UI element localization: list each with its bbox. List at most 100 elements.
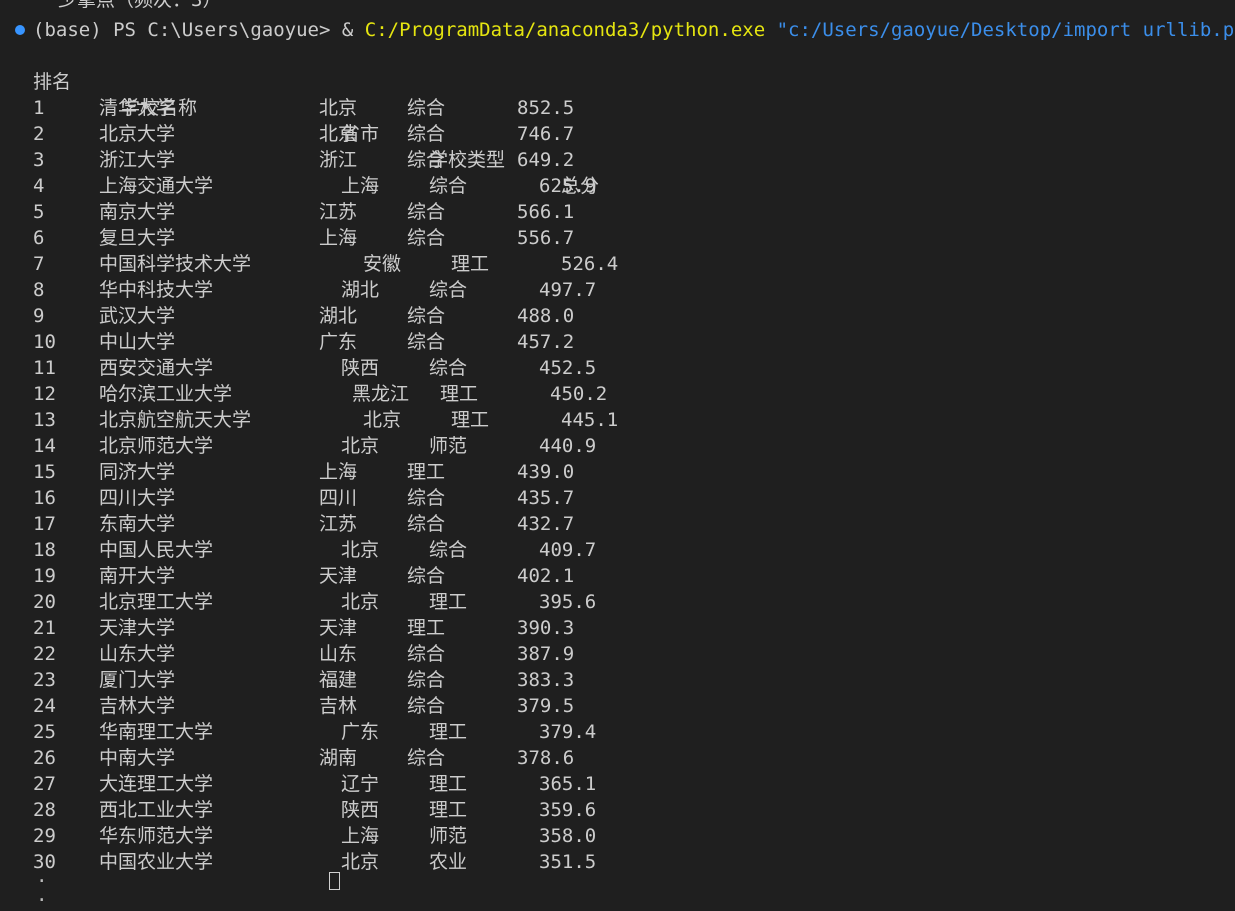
cell-province: 北京	[363, 409, 402, 431]
cell-province: 天津	[319, 565, 358, 587]
cell-province: 北京	[341, 591, 380, 613]
cell-score: 556.7	[517, 227, 575, 249]
cell-rank: 2	[33, 123, 45, 145]
cell-province: 上海	[319, 227, 358, 249]
cell-province: 天津	[319, 617, 358, 639]
table-row: 17 东南大学 江苏 综合 432.7	[0, 511, 1235, 537]
cell-type: 综合	[407, 201, 446, 223]
cell-rank: 25	[33, 721, 56, 743]
cell-rank: 27	[33, 773, 56, 795]
cell-score: 445.1	[561, 409, 619, 431]
table-row: 21 天津大学 天津 理工 390.3	[0, 615, 1235, 641]
cell-school-name: 华南理工大学	[99, 721, 214, 743]
cell-province: 北京	[319, 123, 358, 145]
table-row: 24 吉林大学 吉林 综合 379.5	[0, 693, 1235, 719]
cell-type: 理工	[451, 409, 490, 431]
cell-school-name: 浙江大学	[99, 149, 176, 171]
cell-rank: 10	[33, 331, 56, 353]
cell-province: 黑龙江	[352, 383, 410, 405]
cell-school-name: 哈尔滨工业大学	[99, 383, 233, 405]
cell-score: 383.3	[517, 669, 575, 691]
cell-school-name: 西北工业大学	[99, 799, 214, 821]
command-status-dot-icon[interactable]	[15, 25, 25, 35]
cell-rank: 15	[33, 461, 56, 483]
table-row: 29 华东师范大学 上海 师范 358.0	[0, 823, 1235, 849]
cell-type: 综合	[407, 97, 446, 119]
cell-school-name: 山东大学	[99, 643, 176, 665]
cell-rank: 14	[33, 435, 56, 457]
cell-province: 吉林	[319, 695, 358, 717]
cell-rank: 9	[33, 305, 45, 327]
cell-rank: 3	[33, 149, 45, 171]
table-row: 18 中国人民大学 北京 综合 409.7	[0, 537, 1235, 563]
cell-rank: 28	[33, 799, 56, 821]
table-row: 28 西北工业大学 陕西 理工 359.6	[0, 797, 1235, 823]
cell-rank: 11	[33, 357, 56, 379]
cell-score: 450.2	[550, 383, 608, 405]
cell-rank: 1	[33, 97, 45, 119]
cell-type: 综合	[407, 565, 446, 587]
cell-school-name: 东南大学	[99, 513, 176, 535]
cell-type: 理工	[429, 773, 468, 795]
table-row: 26 中南大学 湖南 综合 378.6	[0, 745, 1235, 771]
terminal-cursor	[329, 872, 340, 890]
cell-province: 陕西	[341, 799, 380, 821]
cell-school-name: 南京大学	[99, 201, 176, 223]
table-row: 12 哈尔滨工业大学 黑龙江 理工 450.2	[0, 381, 1235, 407]
cell-type: 综合	[407, 331, 446, 353]
cell-school-name: 中山大学	[99, 331, 176, 353]
cell-rank: 6	[33, 227, 45, 249]
table-row: 25 华南理工大学 广东 理工 379.4	[0, 719, 1235, 745]
cell-score: 358.0	[539, 825, 597, 847]
cell-rank: 13	[33, 409, 56, 431]
header-rank: 排名	[33, 71, 72, 93]
cell-score: 409.7	[539, 539, 597, 561]
terminal-panel[interactable]: 少掌点（频次：3） (base) PS C:\Users\gaoyue> & C…	[0, 0, 1235, 910]
table-row: 5 南京大学 江苏 综合 566.1	[0, 199, 1235, 225]
cell-rank: 7	[33, 253, 45, 275]
cell-score: 378.6	[517, 747, 575, 769]
cell-score: 497.7	[539, 279, 597, 301]
cell-score: 649.2	[517, 149, 575, 171]
cell-school-name: 北京师范大学	[99, 435, 214, 457]
cell-score: 379.4	[539, 721, 597, 743]
table-row: 2 北京大学 北京 综合 746.7	[0, 121, 1235, 147]
table-row: 23 厦门大学 福建 综合 383.3	[0, 667, 1235, 693]
cell-type: 理工	[429, 799, 468, 821]
cell-school-name: 中南大学	[99, 747, 176, 769]
cell-rank: 8	[33, 279, 45, 301]
table-row: 9 武汉大学 湖北 综合 488.0	[0, 303, 1235, 329]
script-argument: "c:/Users/gaoyue/Desktop/import urllib.p…	[776, 19, 1235, 41]
table-row: 8 华中科技大学 湖北 综合 497.7	[0, 277, 1235, 303]
table-row: 1 清华大学 北京 综合 852.5	[0, 95, 1235, 121]
cell-type: 综合	[407, 513, 446, 535]
cell-school-name: 吉林大学	[99, 695, 176, 717]
cell-rank: 16	[33, 487, 56, 509]
cell-type: 综合	[429, 279, 468, 301]
cell-score: 852.5	[517, 97, 575, 119]
table-row: 20 北京理工大学 北京 理工 395.6	[0, 589, 1235, 615]
cell-province: 江苏	[319, 513, 358, 535]
cell-score: 440.9	[539, 435, 597, 457]
cell-school-name: 清华大学	[99, 97, 176, 119]
cell-type: 理工	[440, 383, 479, 405]
table-row: 19 南开大学 天津 综合 402.1	[0, 563, 1235, 589]
cell-score: 365.1	[539, 773, 597, 795]
cell-score: 387.9	[517, 643, 575, 665]
cell-province: 广东	[341, 721, 380, 743]
cell-province: 北京	[341, 435, 380, 457]
cell-province: 福建	[319, 669, 358, 691]
cell-rank: 22	[33, 643, 56, 665]
cell-score: 402.1	[517, 565, 575, 587]
cell-score: 351.5	[539, 851, 597, 873]
cell-school-name: 天津大学	[99, 617, 176, 639]
cell-type: 综合	[407, 149, 446, 171]
cell-type: 综合	[407, 123, 446, 145]
cell-score: 457.2	[517, 331, 575, 353]
cell-school-name: 厦门大学	[99, 669, 176, 691]
cell-province: 上海	[319, 461, 358, 483]
table-header: 排名 学校名称 省市 学校类型 总分	[0, 43, 599, 197]
cell-school-name: 中国人民大学	[99, 539, 214, 561]
cell-school-name: 中国科学技术大学	[99, 253, 252, 275]
cell-type: 综合	[407, 747, 446, 769]
